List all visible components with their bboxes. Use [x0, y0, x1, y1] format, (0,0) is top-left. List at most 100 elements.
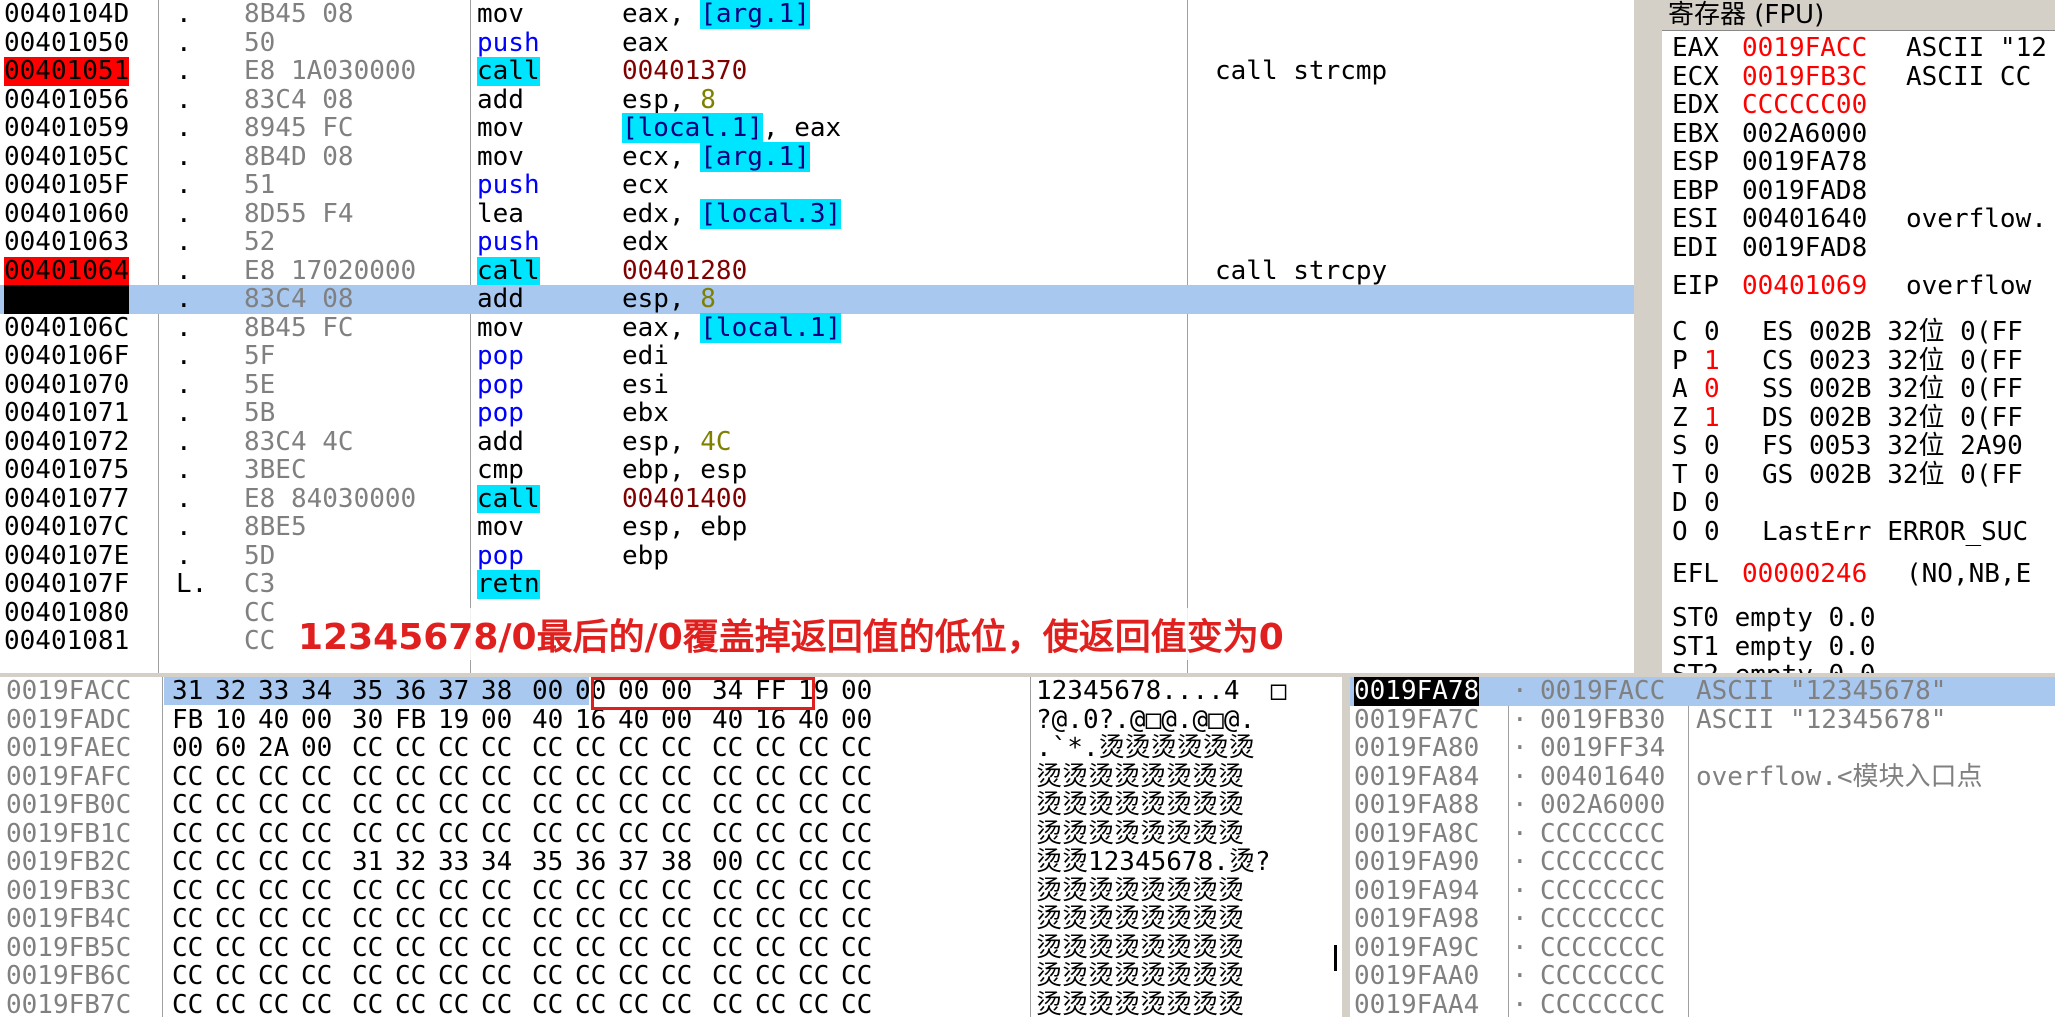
dump-address: 0019FADC: [6, 704, 132, 735]
stack-row[interactable]: 0019FA98 · CCCCCCCC: [1350, 905, 2055, 934]
disasm-address: 00401063: [4, 227, 130, 257]
register-row[interactable]: ECX 0019FB3C ASCII CC: [1662, 61, 2055, 92]
dump-ascii: ?@.0?.@□@.@□@.: [1036, 704, 1256, 735]
dump-byte: CC: [215, 790, 247, 820]
disasm-row[interactable]: 00401072. 83C4 4C add esp, 4C: [0, 427, 1634, 457]
dump-byte: CC: [532, 761, 564, 792]
dump-stack-splitter[interactable]: [1342, 677, 1350, 1017]
register-row[interactable]: EDI 0019FAD8: [1662, 233, 2055, 263]
disasm-row[interactable]: 00401075. 3BEC cmp ebp, esp: [0, 456, 1634, 485]
disasm-row[interactable]: 00401051. E8 1A030000 call 00401370 call str…: [0, 57, 1634, 86]
hex-dump-pane[interactable]: 0019FACC 31 32 33 34 35 36 37 38 00 00 00 00 34 FF 19 00…: [0, 677, 1342, 1017]
dump-row[interactable]: 0019FB7C CC CC CC CC CC CC CC CC CC CC CC CC CC CC CC CC…: [0, 990, 1342, 1017]
disasm-row[interactable]: 0040107F L. C3 retn: [0, 570, 1634, 599]
disasm-row[interactable]: 0040105F. 51 push ecx: [0, 171, 1634, 200]
disasm-row[interactable]: 0040106F. 5F pop edi: [0, 342, 1634, 371]
register-row-efl[interactable]: EFL 00000246 (NO,NB,E: [1662, 560, 2055, 589]
disasm-mnemonic: cmp: [477, 455, 524, 485]
dump-row[interactable]: 0019FAEC 00 60 2A 00 CC CC CC CC CC CC CC CC CC CC CC CC…: [0, 734, 1342, 763]
disasm-operands: [local.1], eax: [622, 113, 841, 143]
dump-byte: CC: [438, 790, 470, 820]
disasm-row[interactable]: 00401071. 5B pop ebx: [0, 399, 1634, 428]
disasm-hex: 83C4 08: [244, 284, 354, 314]
flag-row[interactable]: D0: [1662, 489, 2055, 518]
stack-row[interactable]: 0019FA9C · CCCCCCCC: [1350, 933, 2055, 963]
flag-row[interactable]: O 0 LastErr ERROR_SUC: [1662, 516, 2055, 547]
disasm-row[interactable]: 00401059. 8945 FC mov [local.1], eax: [0, 113, 1634, 143]
register-row[interactable]: ESI 00401640 overflow.: [1662, 205, 2055, 234]
register-row[interactable]: EDX CCCCCC00: [1662, 91, 2055, 120]
stack-marker: ·: [1512, 875, 1528, 906]
stack-row[interactable]: 0019FAA0 · CCCCCCCC: [1350, 962, 2055, 991]
stack-value: CCCCCCCC: [1540, 961, 1666, 991]
dump-row[interactable]: 0019FB4C CC CC CC CC CC CC CC CC CC CC CC CC CC CC CC CC…: [0, 905, 1342, 934]
fpu-row[interactable]: ST0 empty 0.0: [1662, 604, 2055, 633]
dump-byte: CC: [352, 790, 384, 820]
disasm-row[interactable]: 00401069. 83C4 08 add esp, 8: [0, 285, 1634, 314]
dump-scroll-marker[interactable]: [1334, 945, 1337, 971]
dump-row[interactable]: 0019FB0C CC CC CC CC CC CC CC CC CC CC CC CC CC CC CC CC…: [0, 791, 1342, 820]
disasm-address: 00401059: [4, 113, 130, 143]
register-note: ASCII CC: [1906, 61, 2032, 92]
dump-row[interactable]: 0019FB3C CC CC CC CC CC CC CC CC CC CC CC CC CC CC CC CC…: [0, 876, 1342, 906]
disasm-row[interactable]: 00401050. 50 push eax: [0, 28, 1634, 58]
dump-byte: CC: [755, 847, 787, 877]
disasm-row[interactable]: 0040105C. 8B4D 08 mov ecx, [arg.1]: [0, 141, 1634, 172]
dump-byte: CC: [258, 961, 290, 991]
flag-row[interactable]: T 0 GS 002B 32位 0(FF: [1662, 460, 2055, 490]
stack-row[interactable]: 0019FA8C · CCCCCCCC: [1350, 818, 2055, 849]
disasm-hex: 5D: [244, 540, 276, 571]
dump-row[interactable]: 0019FAFC CC CC CC CC CC CC CC CC CC CC CC CC CC CC CC CC…: [0, 761, 1342, 792]
stack-row[interactable]: 0019FA90 · CCCCCCCC: [1350, 848, 2055, 877]
stack-row[interactable]: 0019FAA4 · CCCCCCCC: [1350, 990, 2055, 1017]
disasm-row[interactable]: 00401077. E8 84030000 call 00401400: [0, 484, 1634, 513]
dump-byte: CC: [755, 733, 787, 763]
register-row[interactable]: EBP 0019FAD8: [1662, 176, 2055, 206]
disassembly-pane[interactable]: 0040104D. 8B45 08 mov eax, [arg.1] 00401050.…: [0, 0, 1634, 673]
flag-row[interactable]: C 0 ES 002B 32位 0(FF: [1662, 318, 2055, 347]
flag-row[interactable]: P 1 CS 0023 32位 0(FF: [1662, 346, 2055, 376]
register-row[interactable]: ESP 0019FA78: [1662, 148, 2055, 177]
disasm-row[interactable]: 00401064. E8 17020000 call 00401280 call str…: [0, 256, 1634, 285]
disasm-row[interactable]: 0040107E. 5D pop ebp: [0, 540, 1634, 571]
flag-row[interactable]: S 0 FS 0053 32位 2A90: [1662, 432, 2055, 461]
flag-value: 0: [1704, 374, 1720, 404]
disasm-row[interactable]: 00401056. 83C4 08 add esp, 8: [0, 85, 1634, 115]
register-row[interactable]: EBX 002A6000: [1662, 119, 2055, 149]
dump-row[interactable]: 0019FB5C CC CC CC CC CC CC CC CC CC CC CC CC CC CC CC CC…: [0, 933, 1342, 963]
flag-row[interactable]: A 0 SS 002B 32位 0(FF: [1662, 375, 2055, 404]
stack-pane[interactable]: 0019FA78 · 0019FACC ASCII "12345678" 0019FA7…: [1350, 677, 2055, 1017]
disasm-row[interactable]: 0040104D. 8B45 08 mov eax, [arg.1]: [0, 0, 1634, 29]
disasm-row[interactable]: 0040107C. 8BE5 mov esp, ebp: [0, 513, 1634, 542]
disasm-address: 0040104D: [4, 0, 130, 29]
dump-byte: CC: [841, 904, 873, 934]
stack-address: 0019FA8C: [1354, 818, 1480, 849]
stack-row[interactable]: 0019FA88 · 002A6000: [1350, 791, 2055, 820]
stack-row[interactable]: 0019FA80 · 0019FF34: [1350, 734, 2055, 763]
disasm-row[interactable]: 0040106C. 8B45 FC mov eax, [local.1]: [0, 312, 1634, 343]
disasm-row[interactable]: 00401060. 8D55 F4 lea edx, [local.3]: [0, 198, 1634, 229]
register-value: 00401069: [1742, 271, 1868, 301]
stack-row[interactable]: 0019FA7C · 0019FB30 ASCII "12345678": [1350, 705, 2055, 735]
stack-row[interactable]: 0019FA84 · 00401640 overflow.<模块入口点: [1350, 762, 2055, 792]
stack-row[interactable]: 0019FA94 · CCCCCCCC: [1350, 875, 2055, 906]
disasm-row[interactable]: 00401063. 52 push edx: [0, 228, 1634, 257]
fpu-row[interactable]: ST2 empty 0.0: [1662, 661, 2055, 673]
dump-row[interactable]: 0019FB2C CC CC CC CC 31 32 33 34 35 36 37 38 00 CC CC CC…: [0, 848, 1342, 877]
dump-row[interactable]: 0019FB1C CC CC CC CC CC CC CC CC CC CC CC CC CC CC CC CC…: [0, 819, 1342, 849]
flag-value: 0: [1704, 516, 1720, 547]
registers-pane[interactable]: 寄存器 (FPU) EAX 0019FACC ASCII "12 ECX 0019FB3…: [1662, 0, 2055, 673]
dump-byte: CC: [258, 847, 290, 877]
disasm-row[interactable]: 00401070. 5E pop esi: [0, 370, 1634, 400]
overwritten-bytes-highlight: [591, 677, 815, 710]
operand-part: ebp, esp: [622, 455, 748, 485]
operand-part: esp, ebp: [622, 512, 748, 542]
fpu-row[interactable]: ST1 empty 0.0: [1662, 632, 2055, 662]
stack-row[interactable]: 0019FA78 · 0019FACC ASCII "12345678": [1350, 677, 2055, 706]
dump-row[interactable]: 0019FB6C CC CC CC CC CC CC CC CC CC CC CC CC CC CC CC CC…: [0, 962, 1342, 991]
vertical-splitter[interactable]: [1634, 0, 1662, 673]
flag-row[interactable]: Z 1 DS 002B 32位 0(FF: [1662, 403, 2055, 433]
register-row[interactable]: EAX 0019FACC ASCII "12: [1662, 34, 2055, 63]
register-row-eip[interactable]: EIP 00401069 overflow: [1662, 272, 2055, 301]
disasm-marker: .: [176, 170, 192, 200]
